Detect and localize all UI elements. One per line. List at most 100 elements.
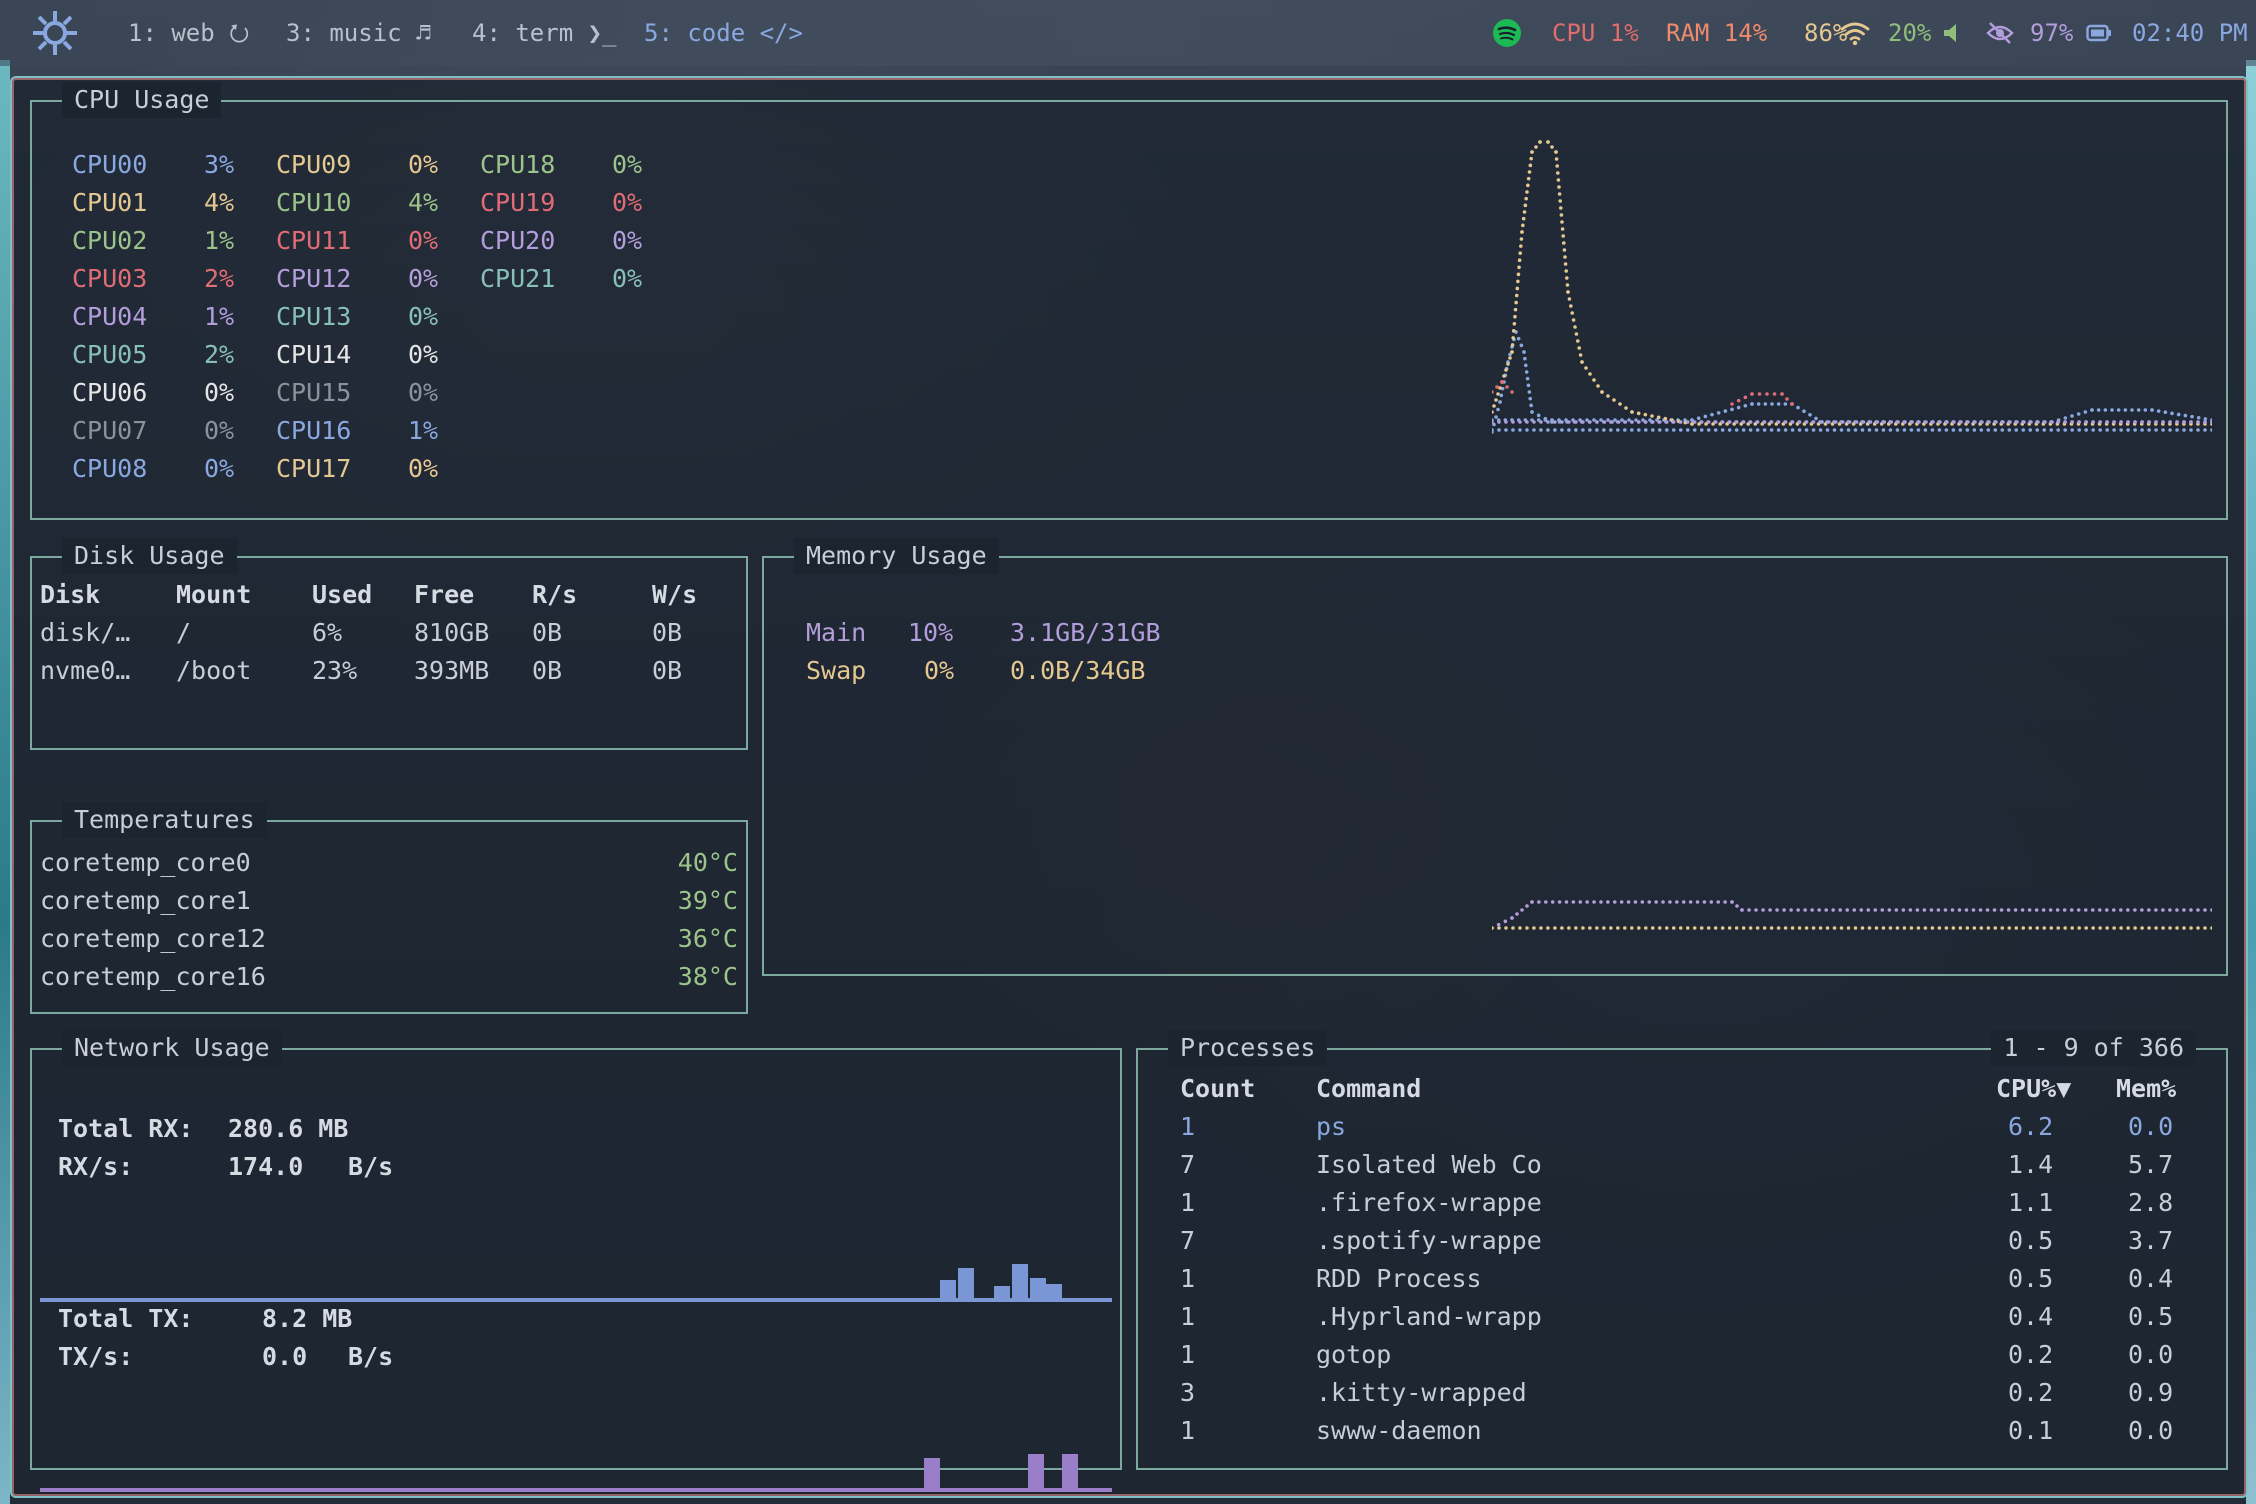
memory-graph-dot <box>1755 926 1760 930</box>
clock[interactable]: 02:40 PM <box>2132 16 2248 50</box>
temperatures-panel: Temperatures coretemp_core0 40°C coretem… <box>30 802 748 1014</box>
cpu-indicator[interactable]: CPU 1% <box>1552 16 1639 50</box>
cpu-core-name: CPU20 <box>480 226 556 255</box>
workspace-5[interactable]: 5: code </> <box>644 16 803 50</box>
memory-graph-dot <box>2140 908 2144 912</box>
cpu-graph-dot <box>2210 428 2212 432</box>
cpu-graph-dot <box>1796 405 1800 410</box>
cpu-graph-dot <box>1743 403 1748 408</box>
workspace-3[interactable]: 3: music ♬ <box>286 16 431 50</box>
cpu-graph-dot <box>2056 428 2061 432</box>
volume-level[interactable]: 20% <box>1888 16 1931 50</box>
memory-graph-dot <box>1978 908 1983 912</box>
process-header-cpu[interactable]: CPU%▼ <box>1996 1070 2071 1108</box>
cpu-graph-dot <box>1692 428 1697 432</box>
cpu-core-name: CPU11 <box>276 226 352 255</box>
cpu-core-name: CPU06 <box>72 378 148 407</box>
cpu-core-name: CPU13 <box>276 302 352 331</box>
cpu-graph-dot <box>2077 428 2081 432</box>
cpu-graph-dot <box>1602 428 1606 432</box>
memory-graph-dot <box>2182 908 2186 912</box>
cpu-graph-dot <box>2161 428 2165 432</box>
process-header-count[interactable]: Count <box>1180 1070 1255 1108</box>
cpu-graph-dot <box>1630 410 1634 414</box>
memory-graph-dot <box>2203 908 2207 912</box>
memory-graph-dot <box>1606 900 1610 904</box>
cpu-graph-dot <box>1755 428 1760 432</box>
cpu-graph-dot <box>1571 318 1576 322</box>
cpu-graph-dot <box>1494 398 1498 402</box>
memory-graph-dot <box>1588 926 1592 930</box>
cpu-graph-dot <box>1510 350 1514 354</box>
memory-graph-dot <box>1810 908 1814 912</box>
cpu-graph-dot <box>1496 392 1500 396</box>
cpu-graph-dot <box>1534 145 1538 149</box>
process-header-mem[interactable]: Mem% <box>2116 1070 2176 1108</box>
cpu-graph-dot <box>1730 407 1734 412</box>
cpu-graph-dot <box>1559 213 1564 217</box>
memory-graph-dot <box>1796 908 1800 912</box>
memory-swap-label: Swap <box>806 656 867 685</box>
cpu-graph-dot <box>1494 415 1498 419</box>
memory-graph-dot <box>1626 900 1631 904</box>
process-mem: 0.0 <box>2128 1416 2174 1445</box>
cpu-graph-dot <box>1560 420 1564 424</box>
cpu-graph-dot <box>1576 339 1580 343</box>
workspace-4[interactable]: 4: term ❯_ <box>472 16 617 50</box>
memory-graph-dot <box>2133 926 2137 930</box>
memory-graph-dot <box>1695 900 1700 904</box>
cpu-core-value: 1% <box>204 226 235 255</box>
ram-indicator[interactable]: RAM 14% <box>1666 16 1767 50</box>
temp-value-2: 39°C <box>677 886 738 915</box>
memory-graph-dot <box>1574 926 1578 930</box>
nixos-logo-icon[interactable] <box>30 8 80 58</box>
cpu-graph-dot <box>2126 420 2130 424</box>
cpu-graph-dot <box>1685 428 1690 432</box>
cpu-graph-dot <box>1706 420 1711 424</box>
process-cpu: 6.2 <box>2008 1112 2054 1141</box>
spotify-icon[interactable] <box>1492 18 1522 48</box>
rx-sparkline-bar <box>1046 1284 1062 1298</box>
battery-icon[interactable] <box>2086 24 2112 42</box>
cpu-core-value: 0% <box>204 378 235 407</box>
cpu-graph-dot <box>1895 428 1900 432</box>
cpu-graph-dot <box>1825 420 1830 424</box>
wifi-icon[interactable] <box>1840 20 1870 46</box>
memory-graph-dot <box>1789 908 1793 912</box>
memory-graph-dot <box>1979 926 1984 930</box>
memory-graph-dot <box>1874 926 1879 930</box>
memory-graph-dot <box>1515 912 1519 916</box>
cpu-graph-dot <box>2119 420 2123 424</box>
cpu-core-value: 0% <box>408 264 439 293</box>
cpu-graph-dot <box>1562 241 1566 245</box>
disk-panel-title: Disk Usage <box>62 538 237 574</box>
memory-graph-dot <box>1685 926 1690 930</box>
process-command: .kitty-wrapped <box>1316 1378 1527 1407</box>
cpu-core-name: CPU08 <box>72 454 148 483</box>
idle-inhibitor-icon[interactable] <box>1986 20 2014 46</box>
cpu-graph-dot <box>1692 420 1697 424</box>
cpu-graph-dot <box>2049 420 2054 424</box>
memory-graph-dot <box>1543 900 1548 904</box>
cpu-graph-dot <box>1527 390 1532 394</box>
process-count: 1 <box>1180 1112 1196 1141</box>
cpu-graph-dot <box>1937 428 1942 432</box>
cpu-graph-dot <box>1650 420 1655 424</box>
workspace-1-label: 1: web <box>128 19 215 47</box>
cpu-graph-dot <box>1818 420 1823 424</box>
cpu-graph-dot <box>1517 258 1522 263</box>
disk-header-rs: R/s <box>532 580 578 609</box>
memory-graph-dot <box>2055 908 2060 912</box>
cpu-graph-dot <box>1510 343 1515 347</box>
workspace-1[interactable]: 1: web ⭮ <box>128 16 249 50</box>
tx-rate-label: TX/s: <box>58 1342 134 1371</box>
cpu-graph-dot <box>1965 428 1970 432</box>
process-header-command[interactable]: Command <box>1316 1070 1421 1108</box>
volume-icon[interactable] <box>1942 22 1964 44</box>
memory-graph-dot <box>2091 926 2095 930</box>
cpu-graph-dot <box>2189 428 2193 432</box>
memory-graph-dot <box>2126 926 2130 930</box>
cpu-graph-dot <box>1532 428 1536 432</box>
cpu-graph-dot <box>1561 234 1565 238</box>
cpu-graph-dot <box>1720 420 1725 424</box>
